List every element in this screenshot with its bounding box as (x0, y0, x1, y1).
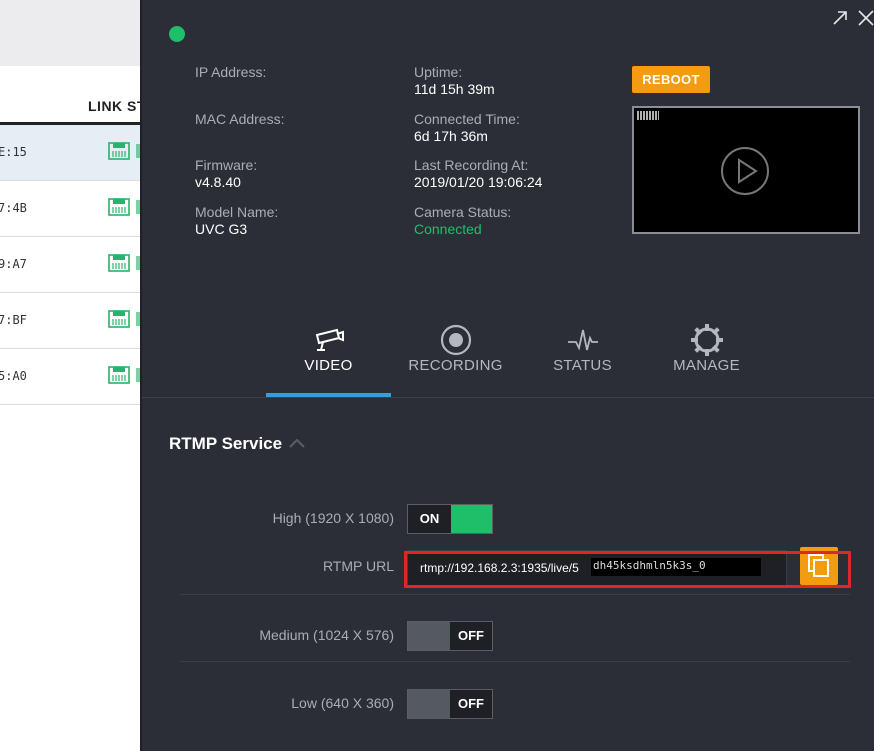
play-icon[interactable] (720, 146, 770, 196)
background-topbar (0, 0, 140, 66)
tabs-divider (142, 397, 874, 398)
tab-manage[interactable]: MANAGE (644, 318, 769, 398)
column-header-link-status[interactable]: LINK ST (88, 98, 146, 114)
camera-icon (315, 328, 344, 351)
connected-time-value: 6d 17h 36m (414, 128, 488, 144)
ethernet-port-icon (108, 198, 130, 216)
low-quality-toggle[interactable]: OFF (407, 689, 493, 719)
ethernet-port-icon (108, 254, 130, 272)
table-row[interactable]: 7:BF (0, 293, 140, 349)
ethernet-port-icon (108, 310, 130, 328)
connected-time-label: Connected Time: (414, 111, 520, 127)
tab-label: MANAGE (673, 357, 740, 374)
model-name-label: Model Name: (195, 204, 279, 220)
gear-icon (690, 324, 723, 356)
tab-label: RECORDING (408, 357, 503, 374)
toggle-knob (451, 505, 492, 533)
tab-label: STATUS (553, 357, 612, 374)
preview-timestamp-overlay (637, 111, 659, 120)
chevron-up-icon[interactable] (288, 436, 306, 450)
mac-address-cell: E:15 (0, 145, 27, 159)
tab-label: VIDEO (304, 357, 353, 374)
pulse-icon (567, 329, 598, 351)
highlight-box (404, 551, 851, 588)
rtmp-url-label: RTMP URL (322, 558, 394, 574)
tab-video[interactable]: VIDEO (266, 318, 391, 398)
background-table-header (0, 66, 140, 124)
row-separator (180, 594, 850, 595)
table-row[interactable]: 7:4B (0, 181, 140, 237)
table-row[interactable]: 5:A0 (0, 349, 140, 405)
camera-status-value: Connected (414, 221, 482, 237)
model-name-value: UVC G3 (195, 221, 248, 237)
status-indicator (169, 26, 185, 42)
camera-status-label: Camera Status: (414, 204, 512, 220)
camera-detail-panel: IP Address: MAC Address: Firmware: v4.8.… (140, 0, 874, 751)
ethernet-port-icon (108, 142, 130, 160)
high-quality-label: High (1920 X 1080) (272, 510, 394, 526)
mac-address-label: MAC Address: (195, 111, 285, 127)
last-recording-label: Last Recording At: (414, 157, 529, 173)
uptime-value: 11d 15h 39m (414, 81, 495, 97)
section-title: RTMP Service (169, 434, 283, 453)
toggle-state: OFF (450, 622, 492, 650)
ethernet-port-icon (108, 366, 130, 384)
mac-address-cell: 9:A7 (0, 257, 27, 271)
close-icon[interactable] (856, 8, 874, 28)
toggle-state: OFF (450, 690, 492, 718)
medium-quality-toggle[interactable]: OFF (407, 621, 493, 651)
toggle-knob (408, 690, 450, 718)
last-recording-value: 2019/01/20 19:06:24 (414, 174, 543, 190)
expand-icon[interactable] (830, 8, 850, 28)
firmware-label: Firmware: (195, 157, 258, 173)
tab-recording[interactable]: RECORDING (393, 318, 518, 398)
toggle-state: ON (419, 511, 440, 526)
mac-address-cell: 7:4B (0, 201, 27, 215)
record-icon (440, 324, 471, 356)
mac-address-cell: 5:A0 (0, 369, 27, 383)
reboot-button[interactable]: REBOOT (632, 66, 710, 93)
row-separator (180, 661, 850, 662)
toggle-knob (408, 622, 450, 650)
tab-status[interactable]: STATUS (520, 318, 645, 398)
mac-address-cell: 7:BF (0, 313, 27, 327)
high-quality-toggle[interactable]: ON (407, 504, 493, 534)
firmware-value: v4.8.40 (195, 174, 241, 190)
camera-preview[interactable] (632, 106, 860, 234)
low-quality-label: Low (640 X 360) (291, 695, 394, 711)
uptime-label: Uptime: (414, 64, 463, 80)
medium-quality-label: Medium (1024 X 576) (259, 627, 394, 643)
table-row[interactable]: E:15 (0, 125, 140, 181)
table-row[interactable]: 9:A7 (0, 237, 140, 293)
ip-address-label: IP Address: (195, 64, 267, 80)
